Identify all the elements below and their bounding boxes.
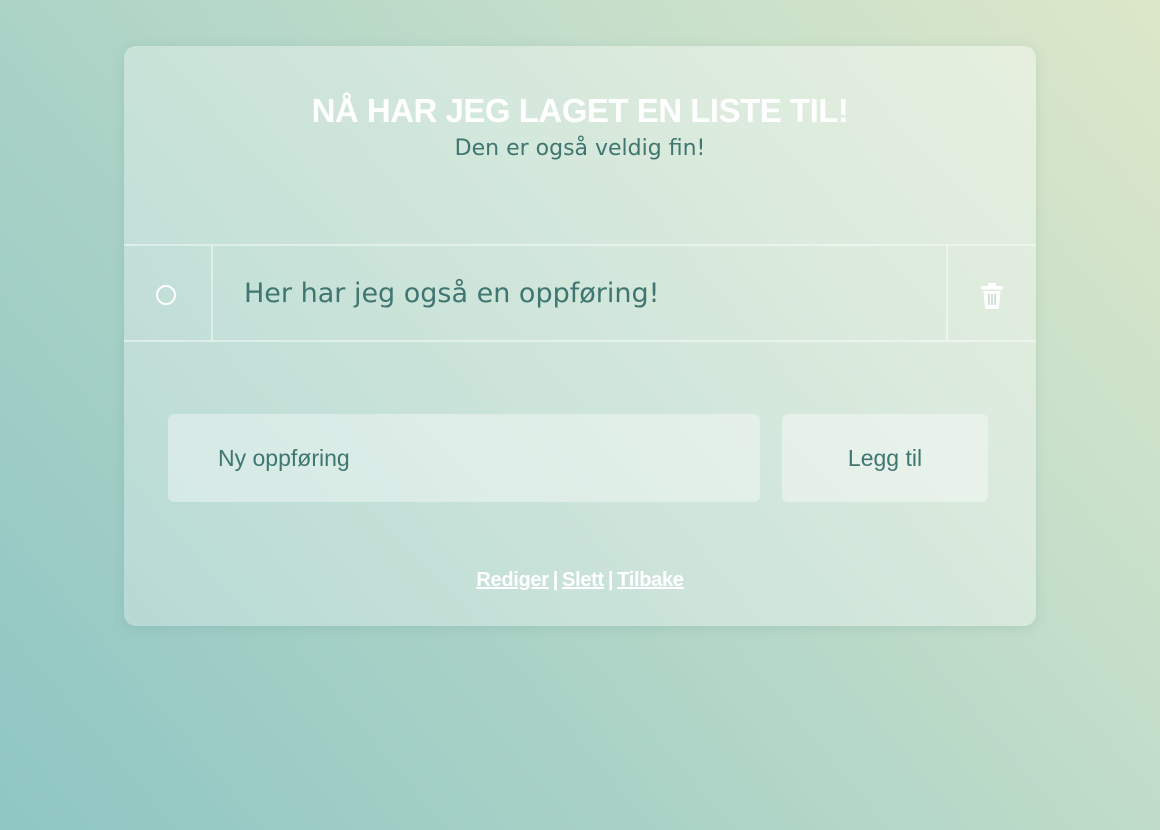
add-item-button[interactable]: Legg til [782, 414, 988, 502]
item-checkbox[interactable] [124, 246, 213, 340]
new-item-input[interactable] [168, 414, 760, 502]
list-subtitle: Den er også veldig fin! [454, 136, 706, 161]
list-card: NÅ HAR JEG LAGET EN LISTE TIL! Den er og… [124, 46, 1036, 626]
footer-links: Rediger | Slett | Tilbake [124, 566, 1036, 594]
list-title: NÅ HAR JEG LAGET EN LISTE TIL! [311, 92, 849, 129]
back-link[interactable]: Tilbake [617, 569, 684, 591]
circle-outline-icon [156, 285, 176, 305]
item-label: Her har jeg også en oppføring! [244, 278, 660, 309]
list-item: Her har jeg også en oppføring! [124, 244, 1036, 342]
edit-link[interactable]: Rediger [476, 569, 549, 591]
link-separator: | [607, 569, 614, 591]
link-separator: | [552, 569, 559, 591]
delete-item-button[interactable] [946, 246, 1036, 340]
delete-link[interactable]: Slett [562, 569, 604, 591]
trash-icon [981, 283, 1003, 309]
